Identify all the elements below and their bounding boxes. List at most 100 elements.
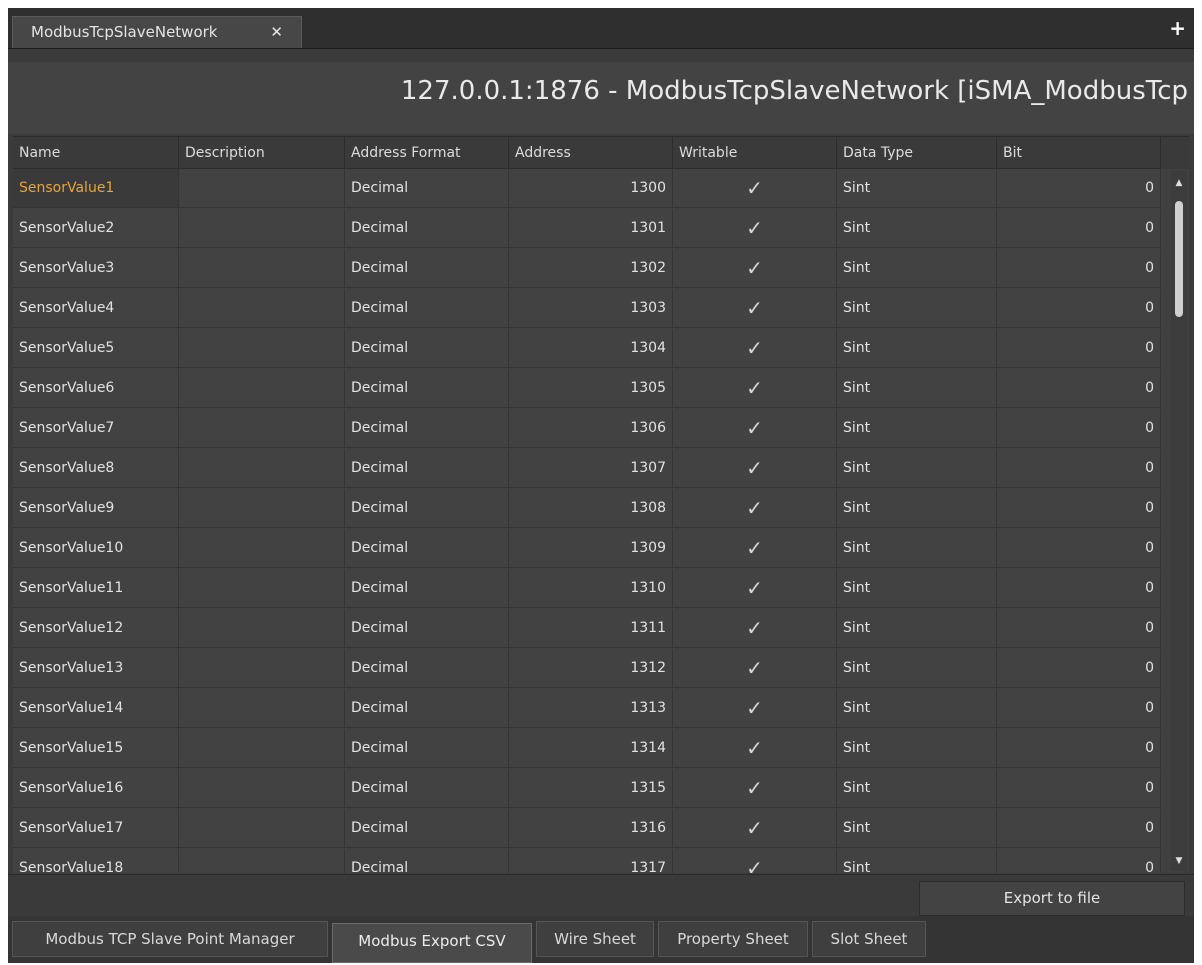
address-cell[interactable]: 1315 [509, 769, 673, 808]
address-format-cell[interactable]: Decimal [345, 489, 509, 528]
name-cell[interactable]: SensorValue15 [13, 729, 179, 768]
name-cell[interactable]: SensorValue9 [13, 489, 179, 528]
table-row[interactable]: SensorValue17 Decimal 1316 ✓ Sint 0 [13, 809, 1189, 849]
column-header-description[interactable]: Description [179, 137, 345, 169]
table-row[interactable]: SensorValue15 Decimal 1314 ✓ Sint 0 [13, 729, 1189, 769]
bit-cell[interactable]: 0 [997, 529, 1161, 568]
address-format-cell[interactable]: Decimal [345, 609, 509, 648]
table-row[interactable]: SensorValue11 Decimal 1310 ✓ Sint 0 [13, 569, 1189, 609]
description-cell[interactable] [179, 449, 345, 488]
document-tab[interactable]: ModbusTcpSlaveNetwork ✕ [12, 16, 302, 48]
address-format-cell[interactable]: Decimal [345, 289, 509, 328]
description-cell[interactable] [179, 209, 345, 248]
address-format-cell[interactable]: Decimal [345, 649, 509, 688]
address-cell[interactable]: 1301 [509, 209, 673, 248]
writable-checkmark-icon[interactable]: ✓ [673, 849, 837, 873]
description-cell[interactable] [179, 489, 345, 528]
column-header-bit[interactable]: Bit [997, 137, 1161, 169]
writable-checkmark-icon[interactable]: ✓ [673, 769, 837, 808]
address-cell[interactable]: 1314 [509, 729, 673, 768]
description-cell[interactable] [179, 649, 345, 688]
name-cell[interactable]: SensorValue17 [13, 809, 179, 848]
writable-checkmark-icon[interactable]: ✓ [673, 689, 837, 728]
table-row[interactable]: SensorValue12 Decimal 1311 ✓ Sint 0 [13, 609, 1189, 649]
address-format-cell[interactable]: Decimal [345, 249, 509, 288]
table-row[interactable]: SensorValue7 Decimal 1306 ✓ Sint 0 [13, 409, 1189, 449]
bit-cell[interactable]: 0 [997, 569, 1161, 608]
address-format-cell[interactable]: Decimal [345, 449, 509, 488]
description-cell[interactable] [179, 249, 345, 288]
name-cell[interactable]: SensorValue14 [13, 689, 179, 728]
name-cell[interactable]: SensorValue1 [13, 169, 179, 208]
data-type-cell[interactable]: Sint [837, 809, 997, 848]
address-format-cell[interactable]: Decimal [345, 809, 509, 848]
bit-cell[interactable]: 0 [997, 169, 1161, 208]
writable-checkmark-icon[interactable]: ✓ [673, 729, 837, 768]
address-cell[interactable]: 1307 [509, 449, 673, 488]
address-cell[interactable]: 1310 [509, 569, 673, 608]
writable-checkmark-icon[interactable]: ✓ [673, 249, 837, 288]
bit-cell[interactable]: 0 [997, 729, 1161, 768]
bit-cell[interactable]: 0 [997, 369, 1161, 408]
writable-checkmark-icon[interactable]: ✓ [673, 409, 837, 448]
address-format-cell[interactable]: Decimal [345, 409, 509, 448]
address-format-cell[interactable]: Decimal [345, 529, 509, 568]
bit-cell[interactable]: 0 [997, 849, 1161, 873]
column-header-address[interactable]: Address [509, 137, 673, 169]
scrollbar-thumb[interactable] [1175, 201, 1183, 317]
address-cell[interactable]: 1304 [509, 329, 673, 368]
data-type-cell[interactable]: Sint [837, 289, 997, 328]
tab-slot-sheet[interactable]: Slot Sheet [812, 921, 926, 957]
data-type-cell[interactable]: Sint [837, 249, 997, 288]
data-type-cell[interactable]: Sint [837, 449, 997, 488]
description-cell[interactable] [179, 689, 345, 728]
vertical-scrollbar[interactable]: ▲ ▼ [1171, 171, 1187, 871]
address-cell[interactable]: 1313 [509, 689, 673, 728]
data-type-cell[interactable]: Sint [837, 689, 997, 728]
scroll-up-icon[interactable]: ▲ [1171, 175, 1187, 191]
address-format-cell[interactable]: Decimal [345, 369, 509, 408]
bit-cell[interactable]: 0 [997, 649, 1161, 688]
address-cell[interactable]: 1311 [509, 609, 673, 648]
address-format-cell[interactable]: Decimal [345, 209, 509, 248]
table-row[interactable]: SensorValue4 Decimal 1303 ✓ Sint 0 [13, 289, 1189, 329]
writable-checkmark-icon[interactable]: ✓ [673, 649, 837, 688]
tab-wire-sheet[interactable]: Wire Sheet [536, 921, 654, 957]
name-cell[interactable]: SensorValue4 [13, 289, 179, 328]
table-row[interactable]: SensorValue18 Decimal 1317 ✓ Sint 0 [13, 849, 1189, 873]
description-cell[interactable] [179, 769, 345, 808]
bit-cell[interactable]: 0 [997, 289, 1161, 328]
scroll-down-icon[interactable]: ▼ [1171, 853, 1187, 869]
description-cell[interactable] [179, 569, 345, 608]
description-cell[interactable] [179, 849, 345, 873]
address-cell[interactable]: 1303 [509, 289, 673, 328]
table-row[interactable]: SensorValue16 Decimal 1315 ✓ Sint 0 [13, 769, 1189, 809]
column-header-address-format[interactable]: Address Format [345, 137, 509, 169]
bit-cell[interactable]: 0 [997, 489, 1161, 528]
address-cell[interactable]: 1317 [509, 849, 673, 873]
writable-checkmark-icon[interactable]: ✓ [673, 329, 837, 368]
export-to-file-button[interactable]: Export to file [919, 881, 1185, 916]
data-type-cell[interactable]: Sint [837, 169, 997, 208]
bit-cell[interactable]: 0 [997, 449, 1161, 488]
description-cell[interactable] [179, 729, 345, 768]
name-cell[interactable]: SensorValue18 [13, 849, 179, 873]
column-header-name[interactable]: Name [13, 137, 179, 169]
data-type-cell[interactable]: Sint [837, 209, 997, 248]
data-type-cell[interactable]: Sint [837, 609, 997, 648]
name-cell[interactable]: SensorValue3 [13, 249, 179, 288]
address-cell[interactable]: 1309 [509, 529, 673, 568]
table-row[interactable]: SensorValue1 Decimal 1300 ✓ Sint 0 [13, 169, 1189, 209]
writable-checkmark-icon[interactable]: ✓ [673, 369, 837, 408]
address-cell[interactable]: 1300 [509, 169, 673, 208]
address-format-cell[interactable]: Decimal [345, 689, 509, 728]
name-cell[interactable]: SensorValue7 [13, 409, 179, 448]
writable-checkmark-icon[interactable]: ✓ [673, 609, 837, 648]
data-type-cell[interactable]: Sint [837, 489, 997, 528]
bit-cell[interactable]: 0 [997, 609, 1161, 648]
name-cell[interactable]: SensorValue16 [13, 769, 179, 808]
bit-cell[interactable]: 0 [997, 409, 1161, 448]
address-format-cell[interactable]: Decimal [345, 769, 509, 808]
name-cell[interactable]: SensorValue10 [13, 529, 179, 568]
data-type-cell[interactable]: Sint [837, 849, 997, 873]
